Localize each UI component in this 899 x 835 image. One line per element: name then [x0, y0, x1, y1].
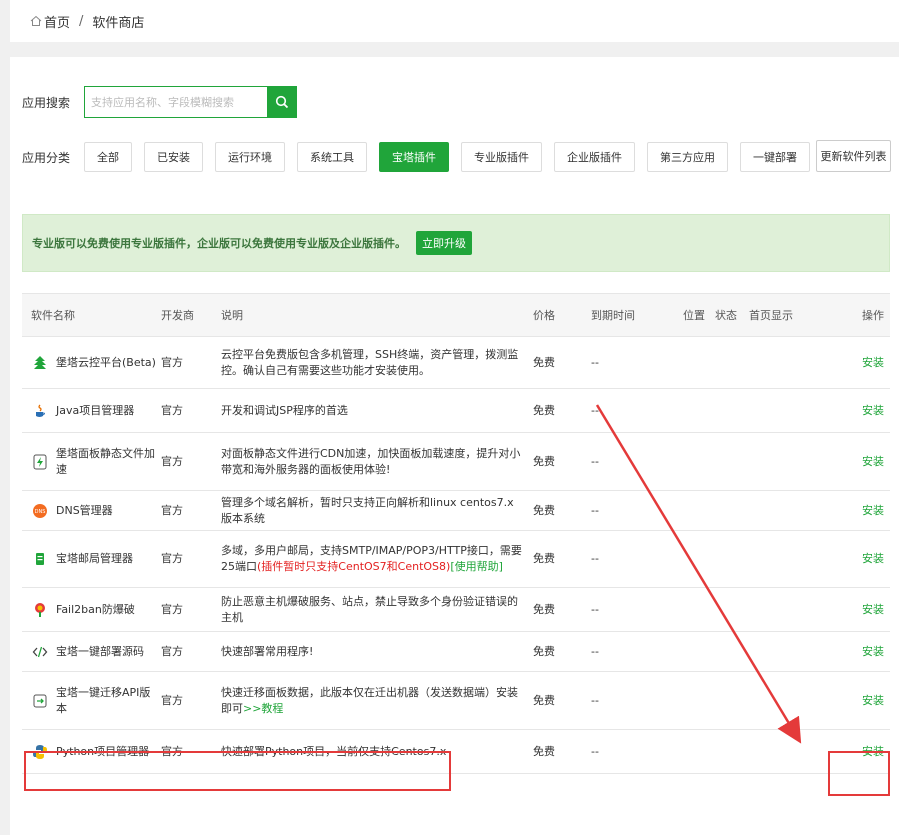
annotation-arrow [595, 404, 802, 744]
software-store-page: 首页 / 软件商店 应用搜索 应用分类 全部已安装运行环境系统工具宝塔插件专业版… [0, 0, 899, 835]
